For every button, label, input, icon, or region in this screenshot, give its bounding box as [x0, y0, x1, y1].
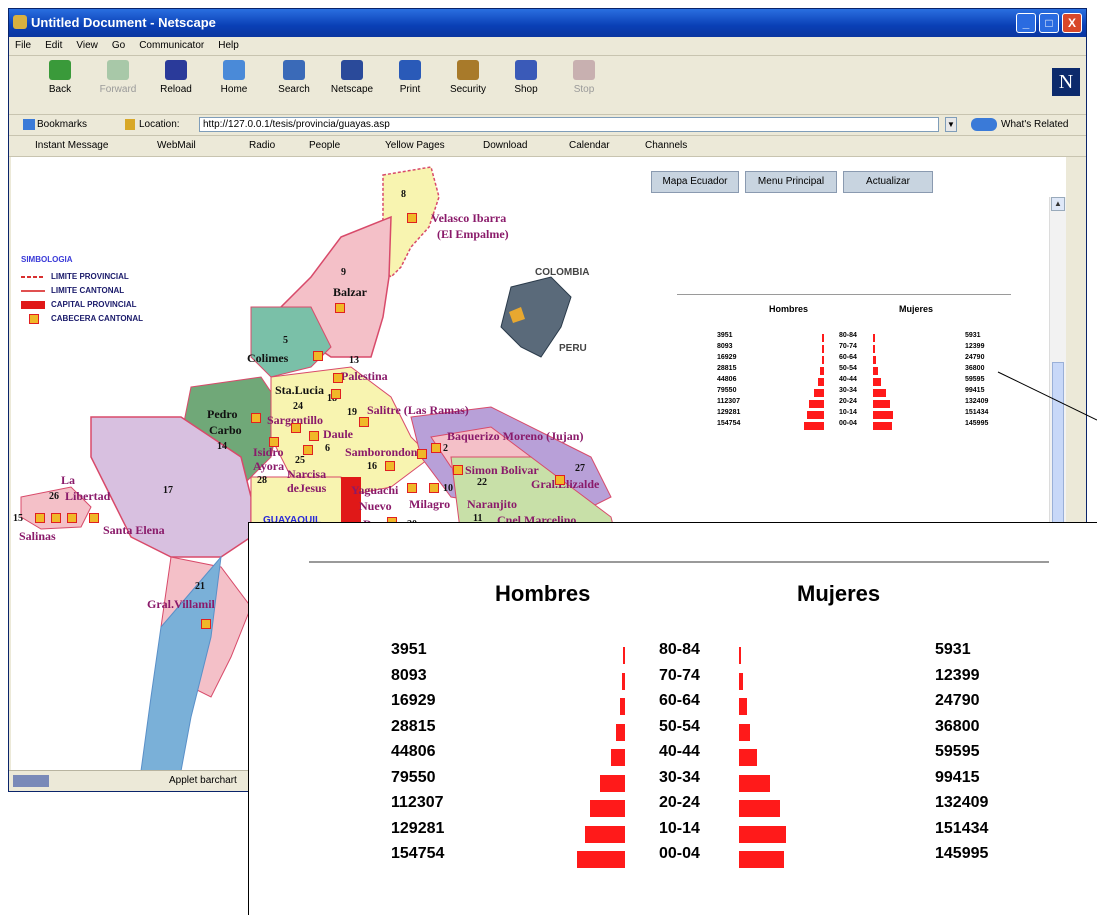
mujeres-value-label: 5931	[935, 641, 971, 658]
age-group-label: 40-44	[659, 743, 700, 760]
mujeres-value-label: 151434	[935, 819, 989, 837]
hombres-value-label: 3951	[391, 641, 427, 658]
mujeres-value-label: 59595	[935, 743, 980, 760]
age-group-label: 50-54	[659, 717, 700, 735]
hombres-bar	[620, 698, 625, 715]
hombres-value-label: 79550	[391, 768, 436, 786]
mujeres-value-label: 145995	[935, 845, 989, 862]
hombres-bar	[590, 800, 625, 817]
mujeres-bar	[739, 800, 780, 817]
hombres-bar	[622, 672, 625, 690]
mujeres-bar	[739, 851, 784, 868]
hombres-value-label: 8093	[391, 666, 427, 684]
hombres-bar	[623, 647, 625, 664]
mujeres-bar	[739, 825, 786, 843]
series-label-hombres: Hombres	[495, 581, 591, 606]
hombres-bar	[616, 723, 625, 741]
age-group-label: 00-04	[659, 845, 700, 862]
hombres-value-label: 129281	[391, 819, 445, 837]
mujeres-bar	[739, 774, 770, 792]
population-pyramid-large: Hombres Mujeres 3951 80-84 5931 8093 70-74 1239…	[249, 523, 1097, 915]
mujeres-value-label: 132409	[935, 794, 989, 811]
mujeres-bar	[739, 698, 747, 715]
mujeres-bar	[739, 749, 757, 766]
hombres-value-label: 28815	[391, 717, 436, 735]
hombres-bar	[611, 749, 625, 766]
chart-divider-line	[309, 561, 1049, 563]
mujeres-value-label: 99415	[935, 768, 980, 786]
hombres-value-label: 44806	[391, 743, 436, 760]
mujeres-value-label: 12399	[935, 666, 980, 684]
mujeres-bar	[739, 647, 741, 664]
hombres-bar	[577, 851, 625, 868]
hombres-bar	[585, 825, 625, 843]
mujeres-bar	[739, 723, 750, 741]
mujeres-value-label: 24790	[935, 692, 980, 709]
zoomed-chart-panel: Hombres Mujeres 3951 80-84 5931 8093 70-74 1239…	[248, 522, 1097, 915]
hombres-value-label: 16929	[391, 692, 436, 709]
mujeres-value-label: 36800	[935, 717, 980, 735]
mujeres-bar	[739, 672, 743, 690]
hombres-bar	[600, 774, 625, 792]
hombres-value-label: 154754	[391, 845, 445, 862]
age-group-label: 80-84	[659, 641, 700, 658]
age-group-label: 20-24	[659, 794, 700, 811]
hombres-value-label: 112307	[391, 794, 444, 811]
age-group-label: 10-14	[659, 819, 700, 837]
callout-line	[997, 371, 1097, 421]
age-group-label: 60-64	[659, 692, 700, 709]
series-label-mujeres: Mujeres	[797, 581, 881, 606]
age-group-label: 30-34	[659, 768, 700, 786]
age-group-label: 70-74	[659, 666, 700, 684]
